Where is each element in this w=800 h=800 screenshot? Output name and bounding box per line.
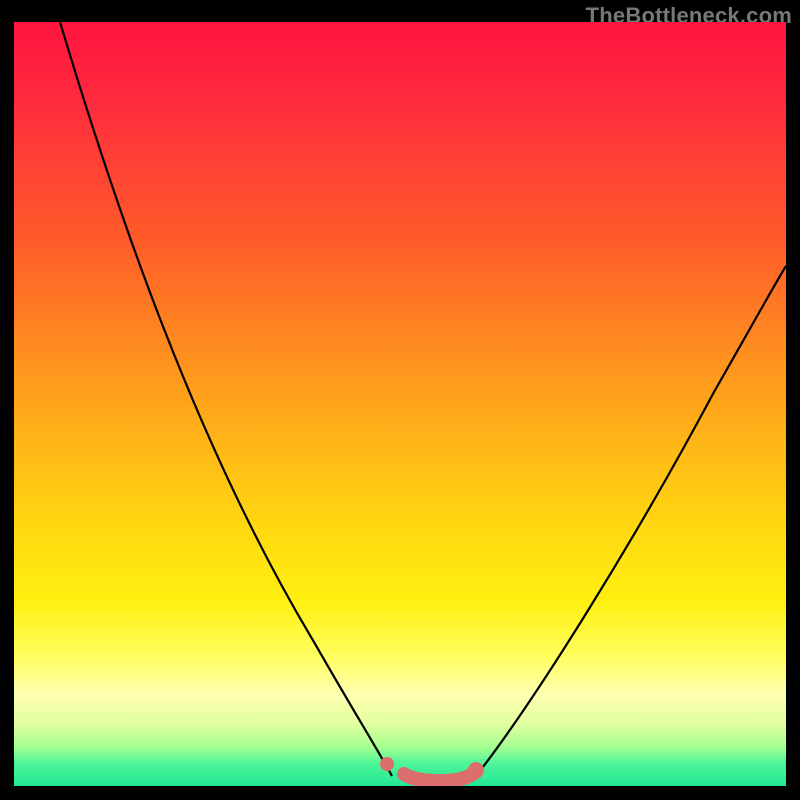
right-dot <box>468 762 484 778</box>
curve-layer <box>14 22 786 786</box>
left-dot <box>380 757 394 771</box>
right-curve <box>476 266 786 776</box>
left-curve <box>60 22 392 776</box>
bottom-band <box>404 772 476 781</box>
chart-frame: TheBottleneck.com <box>0 0 800 800</box>
plot-area <box>14 22 786 786</box>
